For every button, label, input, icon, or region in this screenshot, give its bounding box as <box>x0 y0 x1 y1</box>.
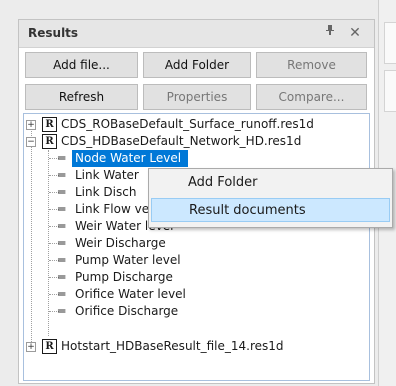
tree-file-label: CDS_HDBaseDefault_Network_HD.res1d <box>61 134 302 148</box>
tree-item-label: Orifice Discharge <box>75 304 179 318</box>
table-icon: ═ <box>58 304 65 318</box>
results-tree[interactable]: + R CDS_ROBaseDefault_Surface_runoff.res… <box>23 113 370 381</box>
tree-file-label: CDS_ROBaseDefault_Surface_runoff.res1d <box>61 117 314 131</box>
menu-item-result-documents[interactable]: Result documents <box>151 198 390 222</box>
panel-title: Results <box>28 26 79 40</box>
tree-item-label: Link Water <box>75 168 139 182</box>
result-file-icon: R <box>42 117 57 132</box>
tree-file-row[interactable]: + R CDS_ROBaseDefault_Surface_runoff.res… <box>24 116 369 133</box>
close-icon[interactable]: ✕ <box>346 24 364 42</box>
tree-item-label: Node Water Level <box>75 151 182 165</box>
expand-icon[interactable]: + <box>26 120 36 130</box>
table-icon: ═ <box>58 185 65 199</box>
tree-item-label: Link Disch <box>75 185 137 199</box>
tree-item-row[interactable]: ═ Orifice Discharge <box>24 303 369 320</box>
table-icon: ═ <box>58 270 65 284</box>
table-icon: ═ <box>58 168 65 182</box>
table-icon: ═ <box>58 151 65 165</box>
tree-item-row[interactable]: ═ Node Water Level <box>24 150 369 167</box>
table-icon: ═ <box>58 219 65 233</box>
context-menu: Add Folder Result documents <box>148 168 393 228</box>
refresh-button[interactable]: Refresh <box>25 84 138 110</box>
remove-button[interactable]: Remove <box>256 52 367 78</box>
tree-item-row[interactable]: ═ Pump Discharge <box>24 269 369 286</box>
tree-item-row[interactable]: ═ Weir Discharge <box>24 235 369 252</box>
add-file-button[interactable]: Add file... <box>25 52 138 78</box>
tree-item-row[interactable]: ═ Pump Water level <box>24 252 369 269</box>
tree-file-row[interactable]: + R Hotstart_HDBaseResult_file_14.res1d <box>24 338 369 355</box>
properties-button[interactable]: Properties <box>143 84 251 110</box>
result-file-icon: R <box>42 134 57 149</box>
pin-icon[interactable] <box>321 24 339 42</box>
add-folder-button[interactable]: Add Folder <box>143 52 251 78</box>
expand-icon[interactable]: + <box>26 342 36 352</box>
tree-file-row[interactable]: − R CDS_HDBaseDefault_Network_HD.res1d <box>24 133 369 150</box>
adjacent-tab[interactable] <box>384 22 396 64</box>
panel-header: Results ✕ <box>19 20 374 48</box>
menu-item-label: Result documents <box>189 203 306 218</box>
tree-item-label: Orifice Water level <box>75 287 186 301</box>
collapse-icon[interactable]: − <box>26 137 36 147</box>
tree-item-row[interactable]: ═ Orifice Water level <box>24 286 369 303</box>
adjacent-tab[interactable] <box>384 70 396 112</box>
result-file-icon: R <box>42 339 57 354</box>
table-icon: ═ <box>58 202 65 216</box>
tree-item-label: Pump Water level <box>75 253 181 267</box>
menu-item-add-folder[interactable]: Add Folder <box>151 171 390 195</box>
table-icon: ═ <box>58 253 65 267</box>
tree-item-label: Weir Discharge <box>75 236 166 250</box>
menu-item-label: Add Folder <box>188 175 258 190</box>
tree-item-label: Pump Discharge <box>75 270 173 284</box>
table-icon: ═ <box>58 236 65 250</box>
table-icon: ═ <box>58 287 65 301</box>
tree-file-label: Hotstart_HDBaseResult_file_14.res1d <box>61 339 284 353</box>
compare-button[interactable]: Compare... <box>256 84 367 110</box>
